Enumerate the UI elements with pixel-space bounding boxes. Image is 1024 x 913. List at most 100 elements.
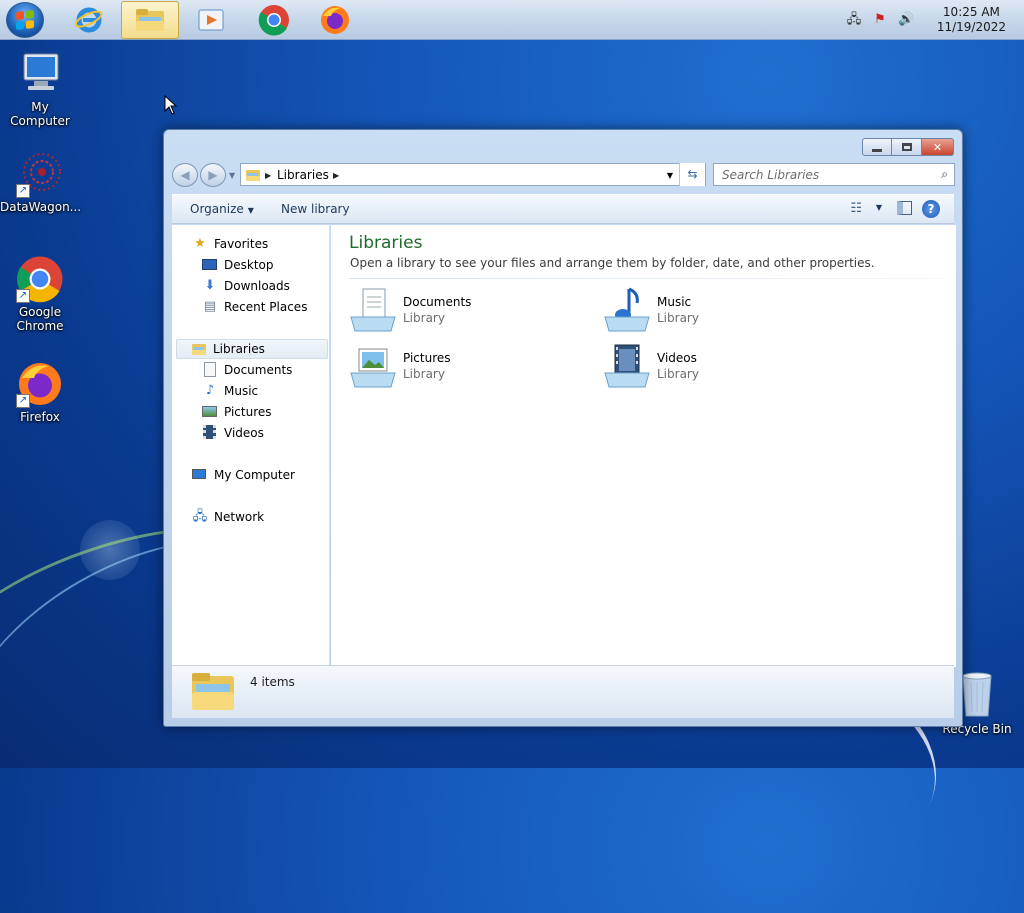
preview-pane-button[interactable] bbox=[897, 201, 912, 215]
desktop-icon-label: Google Chrome bbox=[16, 305, 64, 333]
clock-time: 10:25 AM bbox=[942, 5, 1000, 19]
shortcut-arrow-icon: ↗ bbox=[16, 184, 30, 198]
view-dropdown-button[interactable]: ▼ bbox=[876, 203, 882, 212]
nav-label: Downloads bbox=[224, 279, 290, 293]
desktop-icon-datawagon[interactable]: ↗ DataWagon... bbox=[0, 150, 81, 214]
desktop-icon-google-chrome[interactable]: ↗ Google Chrome bbox=[0, 255, 80, 333]
maximize-icon bbox=[901, 143, 912, 151]
chevron-down-icon: ▼ bbox=[247, 206, 254, 215]
new-library-label: New library bbox=[281, 202, 350, 216]
desktop-icon-my-computer[interactable]: My Computer bbox=[0, 50, 80, 128]
chevron-down-icon: ▼ bbox=[875, 203, 882, 212]
taskbar-internet-explorer[interactable] bbox=[60, 1, 118, 39]
explorer-window: ✕ ◀ ▶ ▼ ▶ Libraries ▶ ▼ ⇆ Search Librari… bbox=[163, 129, 963, 727]
details-pane: 4 items bbox=[172, 665, 954, 718]
close-button[interactable]: ✕ bbox=[922, 138, 954, 156]
firefox-icon: ↗ bbox=[16, 360, 64, 408]
network-icon: 🖧 bbox=[192, 509, 208, 524]
navigation-pane: ★ Favorites Desktop ⬇ Downloads ▤ Recent… bbox=[172, 225, 330, 667]
datawagon-icon: ↗ bbox=[16, 150, 64, 198]
videos-library-icon bbox=[604, 344, 650, 388]
documents-icon bbox=[202, 362, 218, 378]
page-description: Open a library to see your files and arr… bbox=[350, 256, 875, 270]
breadcrumb-chevron-icon[interactable]: ▶ bbox=[265, 171, 271, 180]
mouse-cursor-icon bbox=[164, 95, 178, 115]
start-button[interactable] bbox=[6, 2, 44, 38]
new-library-button[interactable]: New library bbox=[281, 202, 350, 216]
volume-icon[interactable]: 🔊 bbox=[898, 12, 914, 28]
nav-videos[interactable]: Videos bbox=[202, 423, 264, 443]
organize-button[interactable]: Organize ▼ bbox=[190, 202, 254, 216]
minimize-button[interactable] bbox=[862, 138, 892, 156]
refresh-button[interactable]: ⇆ bbox=[679, 163, 705, 186]
nav-documents[interactable]: Documents bbox=[202, 360, 292, 380]
forward-arrow-icon: ▶ bbox=[208, 168, 218, 182]
nav-label: Libraries bbox=[213, 342, 265, 356]
library-name: Music bbox=[657, 295, 692, 309]
nav-label: Favorites bbox=[214, 237, 269, 251]
recycle-bin-icon bbox=[957, 670, 997, 720]
action-center-icon[interactable]: ⚑ bbox=[872, 12, 888, 28]
search-input[interactable]: Search Libraries bbox=[722, 168, 819, 182]
library-music[interactable]: Music Library bbox=[603, 287, 823, 335]
minimize-icon bbox=[872, 148, 882, 152]
library-pictures[interactable]: Pictures Library bbox=[349, 343, 569, 391]
chrome-icon: ↗ bbox=[16, 255, 64, 303]
pictures-library-icon bbox=[350, 348, 396, 388]
change-view-button[interactable]: ☷ bbox=[850, 201, 862, 216]
system-tray: 🖧 ⚑ 🔊 bbox=[846, 12, 914, 28]
search-icon[interactable]: ⌕ bbox=[941, 167, 948, 182]
preview-pane-icon bbox=[897, 201, 912, 215]
maximize-button[interactable] bbox=[892, 138, 922, 156]
nav-favorites[interactable]: ★ Favorites bbox=[192, 234, 268, 254]
back-arrow-icon: ◀ bbox=[180, 168, 190, 182]
library-type: Library bbox=[657, 311, 699, 325]
recent-pages-dropdown[interactable]: ▼ bbox=[229, 171, 235, 180]
refresh-icon: ⇆ bbox=[687, 167, 698, 181]
nav-my-computer[interactable]: My Computer bbox=[192, 465, 295, 485]
nav-downloads[interactable]: ⬇ Downloads bbox=[202, 276, 290, 296]
desktop-icon-firefox[interactable]: ↗ Firefox bbox=[0, 360, 80, 424]
nav-label: Desktop bbox=[224, 258, 274, 272]
taskbar-firefox[interactable] bbox=[306, 1, 364, 39]
taskbar-media-player[interactable] bbox=[182, 1, 240, 39]
nav-label: Recent Places bbox=[224, 300, 308, 314]
star-icon: ★ bbox=[194, 236, 206, 251]
library-videos[interactable]: Videos Library bbox=[603, 343, 823, 391]
nav-network[interactable]: 🖧 Network bbox=[192, 507, 264, 527]
forward-button[interactable]: ▶ bbox=[200, 163, 226, 187]
search-box[interactable]: Search Libraries ⌕ bbox=[713, 163, 955, 186]
library-documents[interactable]: Documents Library bbox=[349, 287, 569, 335]
library-type: Library bbox=[657, 367, 699, 381]
nav-recent-places[interactable]: ▤ Recent Places bbox=[202, 297, 308, 317]
nav-pictures[interactable]: Pictures bbox=[202, 402, 272, 422]
breadcrumb-chevron-icon[interactable]: ▶ bbox=[333, 171, 339, 180]
clock[interactable]: 10:25 AM 11/19/2022 bbox=[937, 5, 1006, 35]
desktop-icon bbox=[202, 257, 218, 273]
chrome-icon bbox=[258, 5, 289, 36]
nav-music[interactable]: ♪ Music bbox=[202, 381, 258, 401]
shortcut-arrow-icon: ↗ bbox=[16, 394, 30, 408]
documents-library-icon bbox=[350, 288, 396, 332]
back-button[interactable]: ◀ bbox=[172, 163, 198, 187]
nav-desktop[interactable]: Desktop bbox=[202, 255, 274, 275]
library-name: Videos bbox=[657, 351, 697, 365]
taskbar-file-explorer[interactable] bbox=[121, 1, 179, 39]
libraries-icon bbox=[246, 170, 260, 181]
taskbar-chrome[interactable] bbox=[245, 1, 303, 39]
clock-date: 11/19/2022 bbox=[936, 20, 1006, 34]
taskbar: 🖧 ⚑ 🔊 10:25 AM 11/19/2022 bbox=[0, 0, 1024, 40]
address-bar[interactable]: ▶ Libraries ▶ ▼ ⇆ bbox=[240, 163, 706, 186]
libraries-icon bbox=[191, 341, 207, 357]
nav-libraries[interactable]: Libraries bbox=[176, 339, 328, 359]
nav-label: Pictures bbox=[224, 405, 272, 419]
windows-flag-icon bbox=[16, 10, 34, 30]
address-dropdown-icon[interactable]: ▼ bbox=[667, 171, 673, 180]
breadcrumb-libraries[interactable]: Libraries bbox=[277, 168, 329, 182]
videos-icon bbox=[202, 425, 218, 441]
help-button[interactable]: ? bbox=[922, 200, 940, 218]
organize-label: Organize bbox=[190, 202, 244, 216]
network-tray-icon[interactable]: 🖧 bbox=[846, 12, 862, 28]
desktop-icon-label: Firefox bbox=[20, 410, 60, 424]
library-name: Documents bbox=[403, 295, 472, 309]
